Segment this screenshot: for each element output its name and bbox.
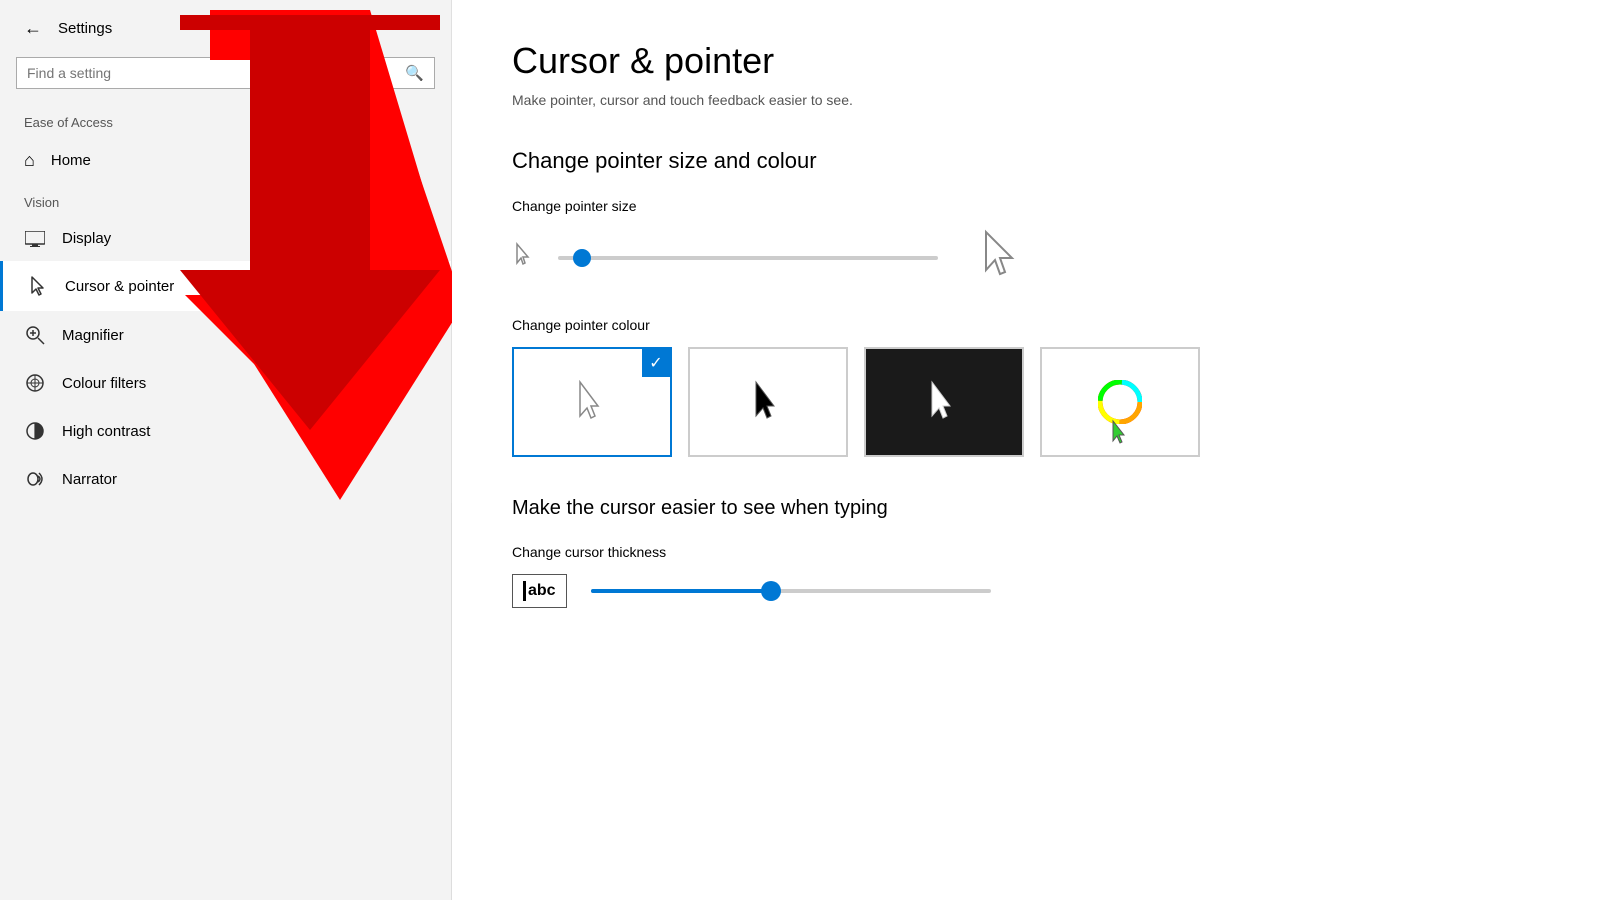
colour-option-custom[interactable] bbox=[1040, 347, 1200, 457]
cursor-thickness-track[interactable] bbox=[591, 589, 991, 593]
cursor-thickness-thumb[interactable] bbox=[761, 581, 781, 601]
sidebar-item-cursor[interactable]: Cursor & pointer bbox=[0, 261, 451, 311]
white-cursor-icon bbox=[574, 380, 610, 424]
search-button[interactable]: 🔍 bbox=[405, 64, 424, 82]
magnifier-label: Magnifier bbox=[62, 327, 124, 344]
magnifier-icon bbox=[24, 325, 46, 345]
page-title: Cursor & pointer bbox=[512, 40, 1540, 82]
colour-wheel-icon bbox=[1098, 380, 1142, 424]
search-input[interactable] bbox=[27, 65, 397, 81]
pointer-size-label: Change pointer size bbox=[512, 198, 1540, 214]
sidebar-item-narrator[interactable]: Narrator bbox=[0, 455, 451, 503]
settings-title: Settings bbox=[58, 20, 112, 37]
sidebar-item-magnifier[interactable]: Magnifier bbox=[0, 311, 451, 359]
cursor-thickness-fill bbox=[591, 589, 771, 593]
search-box: 🔍 bbox=[16, 57, 435, 89]
colour-filters-icon bbox=[24, 373, 46, 393]
sidebar-header: ← Settings bbox=[0, 0, 451, 49]
black-bg-cursor-icon bbox=[926, 380, 962, 424]
vision-label: Vision bbox=[0, 185, 451, 216]
custom-colour-display bbox=[1042, 349, 1198, 455]
section1-title: Change pointer size and colour bbox=[512, 148, 1540, 174]
cursor-pointer-label: Cursor & pointer bbox=[65, 278, 174, 295]
cursor-blink-indicator bbox=[523, 581, 526, 601]
colour-options: ✓ bbox=[512, 347, 1540, 457]
pointer-size-slider-container bbox=[512, 228, 1540, 287]
colour-option-white[interactable]: ✓ bbox=[512, 347, 672, 457]
abc-text: abc bbox=[528, 582, 556, 599]
cursor-thickness-container: abc bbox=[512, 574, 1540, 608]
high-contrast-icon bbox=[24, 421, 46, 441]
pointer-colour-label: Change pointer colour bbox=[512, 317, 1540, 333]
narrator-label: Narrator bbox=[62, 471, 117, 488]
section2-title: Make the cursor easier to see when typin… bbox=[512, 497, 1540, 520]
sidebar-item-colour-filters[interactable]: Colour filters bbox=[0, 359, 451, 407]
high-contrast-label: High contrast bbox=[62, 423, 150, 440]
cursor-thickness-label: Change cursor thickness bbox=[512, 544, 1540, 560]
pointer-size-track[interactable] bbox=[558, 256, 938, 260]
page-subtitle: Make pointer, cursor and touch feedback … bbox=[512, 92, 1540, 108]
colour-option-black-bg[interactable] bbox=[864, 347, 1024, 457]
display-icon bbox=[24, 231, 46, 247]
colour-filters-label: Colour filters bbox=[62, 375, 146, 392]
black-cursor-icon bbox=[750, 380, 786, 424]
pointer-size-thumb[interactable] bbox=[573, 249, 591, 267]
pointer-size-small-icon bbox=[512, 241, 534, 274]
back-icon: ← bbox=[24, 18, 42, 39]
sidebar-item-home[interactable]: ⌂ Home bbox=[0, 136, 451, 185]
selected-checkmark: ✓ bbox=[642, 349, 670, 377]
colour-option-black[interactable] bbox=[688, 347, 848, 457]
narrator-icon bbox=[24, 469, 46, 489]
sidebar-item-display[interactable]: Display bbox=[0, 216, 451, 261]
abc-preview-box: abc bbox=[512, 574, 567, 608]
sidebar-item-high-contrast[interactable]: High contrast bbox=[0, 407, 451, 455]
custom-cursor-icon bbox=[1109, 419, 1131, 447]
back-button[interactable]: ← bbox=[24, 18, 42, 39]
ease-of-access-label: Ease of Access bbox=[0, 105, 451, 136]
display-label: Display bbox=[62, 230, 111, 247]
cursor-pointer-icon bbox=[27, 275, 49, 297]
pointer-size-large-icon bbox=[978, 228, 1022, 287]
home-icon: ⌂ bbox=[24, 150, 35, 171]
home-label: Home bbox=[51, 152, 91, 169]
main-content: Cursor & pointer Make pointer, cursor an… bbox=[452, 0, 1600, 900]
